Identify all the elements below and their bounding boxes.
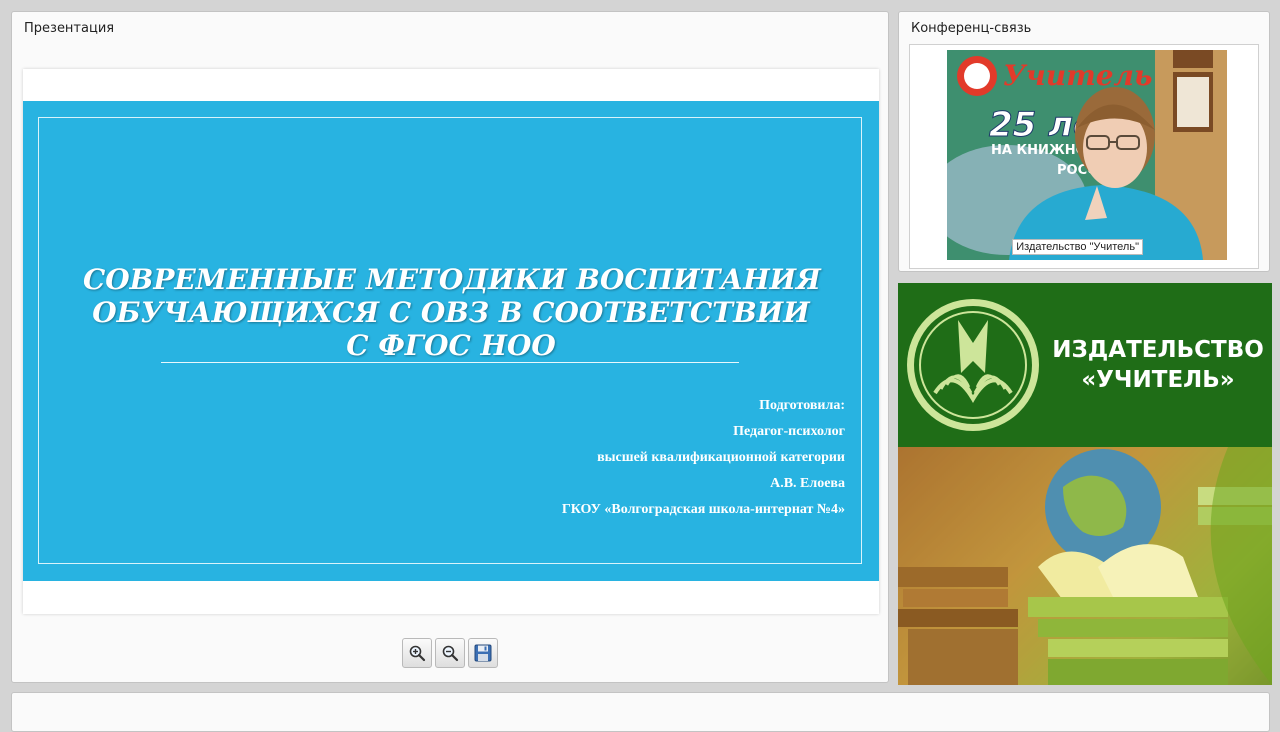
slide-title-line: СОВРЕМЕННЫЕ МЕТОДИКИ ВОСПИТАНИЯ [83,263,821,296]
conference-panel-title: Конференц-связь [911,21,1032,36]
video-caption: Издательство "Учитель" [1012,239,1143,255]
author-line: Подготовила: [759,398,845,413]
publisher-logo-icon [907,299,1039,431]
presentation-panel: Презентация СОВРЕМЕННЫЕ МЕТОДИКИ ВОСПИТА… [11,11,889,683]
presentation-panel-title: Презентация [24,21,115,36]
author-line: Педагог-психолог [733,424,845,439]
video-stream[interactable]: Учитель 25 ле НА КНИЖНОМ РОСС Издательст… [947,50,1227,260]
video-banner-text: Учитель [1003,59,1153,92]
bottom-panel [11,692,1270,732]
brand-name-line: «УЧИТЕЛЬ» [1081,367,1235,393]
save-icon [474,644,492,662]
author-line: высшей квалификационной категории [597,450,845,465]
slide-title-line: С ФГОС НОО [346,329,556,362]
slide-title-underline [161,362,739,363]
slide-viewer[interactable]: СОВРЕМЕННЫЕ МЕТОДИКИ ВОСПИТАНИЯ ОБУЧАЮЩИ… [23,69,879,614]
slide-title: СОВРЕМЕННЫЕ МЕТОДИКИ ВОСПИТАНИЯ ОБУЧАЮЩИ… [83,263,821,362]
author-line: ГКОУ «Волгоградская школа-интернат №4» [561,502,845,517]
zoom-out-icon [442,645,459,662]
slide-toolbar [402,638,498,668]
slide-title-line: ОБУЧАЮЩИХСЯ С ОВЗ В СООТВЕТСТВИИ [92,296,810,329]
slide-author-block: Подготовила: Педагог-психолог высшей ква… [562,393,845,523]
conference-panel: Конференц-связь Учитель 25 ле НА КНИЖНОМ… [898,11,1270,272]
video-frame: Учитель 25 ле НА КНИЖНОМ РОСС [947,50,1227,260]
zoom-in-button[interactable] [402,638,432,668]
brand-name-line: ИЗДАТЕЛЬСТВО [1052,337,1264,363]
publisher-branding: ИЗДАТЕЛЬСТВО «УЧИТЕЛЬ» [898,283,1272,685]
zoom-in-icon [409,645,426,662]
author-line: А.В. Елоева [770,476,845,491]
brand-name: ИЗДАТЕЛЬСТВО «УЧИТЕЛЬ» [1046,335,1270,395]
brand-banner: ИЗДАТЕЛЬСТВО «УЧИТЕЛЬ» [898,283,1272,447]
books-globe-image [898,447,1272,685]
slide: СОВРЕМЕННЫЕ МЕТОДИКИ ВОСПИТАНИЯ ОБУЧАЮЩИ… [23,101,879,581]
video-container: Учитель 25 ле НА КНИЖНОМ РОСС Издательст… [909,44,1259,269]
books-illustration [898,447,1272,685]
zoom-out-button[interactable] [435,638,465,668]
save-button[interactable] [468,638,498,668]
